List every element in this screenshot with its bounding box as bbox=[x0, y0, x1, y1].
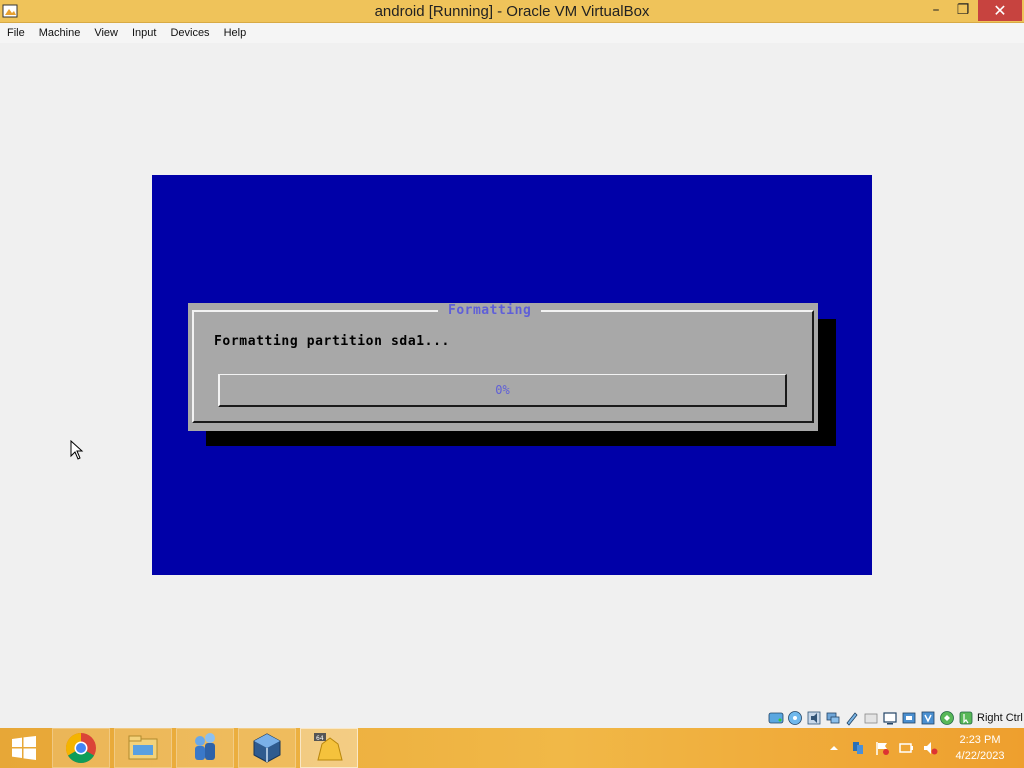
window-title-bar[interactable]: android [Running] - Oracle VM VirtualBox… bbox=[0, 0, 1024, 23]
mouse-integration-icon[interactable] bbox=[958, 710, 974, 726]
usb-icon[interactable] bbox=[844, 710, 860, 726]
shared-folders-icon[interactable] bbox=[863, 710, 879, 726]
power-icon[interactable] bbox=[898, 740, 914, 756]
taskbar-network-users[interactable] bbox=[176, 728, 234, 768]
menu-bar: File Machine View Input Devices Help bbox=[0, 23, 1024, 43]
host-key-label: Right Ctrl bbox=[977, 712, 1023, 724]
show-hidden-icons-icon[interactable] bbox=[826, 740, 842, 756]
taskbar-virtualbox[interactable] bbox=[238, 728, 296, 768]
file-explorer-icon bbox=[128, 735, 158, 760]
dialog-title: Formatting bbox=[438, 303, 542, 319]
windows-logo-icon bbox=[12, 736, 36, 760]
taskbar-chrome[interactable] bbox=[52, 728, 110, 768]
volume-muted-icon[interactable] bbox=[922, 740, 938, 756]
minimize-button[interactable]: – bbox=[922, 0, 950, 21]
network-icon[interactable] bbox=[825, 710, 841, 726]
taskbar-vm-window[interactable]: 64 bbox=[300, 728, 358, 768]
mouse-pointer-icon bbox=[70, 440, 84, 460]
menu-input[interactable]: Input bbox=[125, 23, 163, 43]
menu-devices[interactable]: Devices bbox=[163, 23, 216, 43]
menu-help[interactable]: Help bbox=[217, 23, 254, 43]
network-status-icon[interactable] bbox=[850, 740, 866, 756]
restore-button[interactable]: ❐ bbox=[950, 0, 976, 21]
close-button[interactable]: ✕ bbox=[978, 0, 1022, 21]
svg-text:64: 64 bbox=[316, 735, 324, 742]
formatting-dialog: Formatting Formatting partition sda1... … bbox=[188, 303, 818, 431]
system-tray bbox=[826, 740, 938, 756]
network-users-icon bbox=[195, 733, 215, 760]
menu-file[interactable]: File bbox=[0, 23, 32, 43]
audio-icon[interactable] bbox=[806, 710, 822, 726]
virtualbox-icon bbox=[253, 733, 281, 763]
vm-status-bar: Right Ctrl bbox=[0, 708, 1024, 728]
status-icons bbox=[768, 710, 974, 726]
chrome-icon bbox=[65, 733, 96, 764]
menu-machine[interactable]: Machine bbox=[32, 23, 88, 43]
optical-drive-icon[interactable] bbox=[787, 710, 803, 726]
start-button[interactable] bbox=[0, 728, 48, 768]
dialog-message: Formatting partition sda1... bbox=[214, 334, 450, 349]
taskbar-file-explorer[interactable] bbox=[114, 728, 172, 768]
clock-date: 4/22/2023 bbox=[955, 750, 1005, 762]
display-icon[interactable] bbox=[882, 710, 898, 726]
video-capture-icon[interactable] bbox=[901, 710, 917, 726]
taskbar-clock[interactable]: 2:23 PM 4/22/2023 bbox=[944, 732, 1016, 764]
action-center-flag-icon[interactable] bbox=[874, 740, 890, 756]
vm-window-icon: 64 bbox=[314, 733, 343, 761]
window-title: android [Running] - Oracle VM VirtualBox bbox=[374, 3, 650, 20]
menu-view[interactable]: View bbox=[87, 23, 125, 43]
harddisk-icon[interactable] bbox=[768, 710, 784, 726]
cpu-icon[interactable] bbox=[939, 710, 955, 726]
progress-bar: 0% bbox=[218, 374, 787, 407]
windows-taskbar: 64 2:23 PM 4/22/2023 bbox=[0, 728, 1024, 768]
clock-time: 2:23 PM bbox=[959, 734, 1001, 746]
virtualization-icon[interactable] bbox=[920, 710, 936, 726]
vm-display[interactable]: Formatting Formatting partition sda1... … bbox=[152, 175, 872, 575]
progress-percent: 0% bbox=[495, 383, 510, 397]
